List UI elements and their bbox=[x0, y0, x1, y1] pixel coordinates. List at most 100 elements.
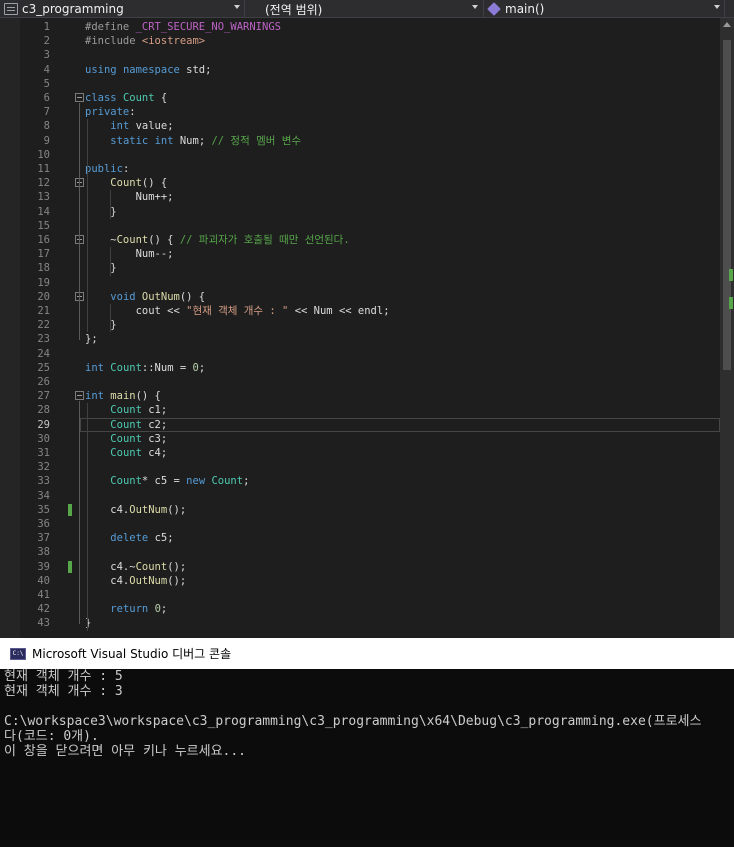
code-text: using namespace std; bbox=[85, 63, 212, 76]
code-text: static int Num; // 정적 멤버 변수 bbox=[110, 134, 302, 147]
code-line[interactable]: 25 int Count::Num = 0; bbox=[0, 361, 720, 375]
code-line[interactable]: 7 private: bbox=[0, 105, 720, 119]
code-line[interactable]: 14 } bbox=[0, 205, 720, 219]
line-number: 27 bbox=[37, 390, 50, 403]
member-label: main() bbox=[505, 2, 545, 16]
code-text: c4.OutNum(); bbox=[85, 574, 187, 587]
code-text: void OutNum() { bbox=[110, 290, 206, 303]
code-line[interactable]: 2 #include <iostream> bbox=[0, 34, 720, 48]
line-number: 34 bbox=[37, 489, 50, 502]
code-line[interactable]: 38 bbox=[0, 545, 720, 559]
line-number: 40 bbox=[37, 574, 50, 587]
code-line[interactable]: 3 bbox=[0, 48, 720, 62]
indent-guide bbox=[87, 119, 88, 333]
line-number: 13 bbox=[37, 191, 50, 204]
change-marker bbox=[729, 269, 733, 281]
fold-region-line bbox=[79, 301, 80, 327]
code-line[interactable]: 29 Count c2; bbox=[0, 417, 720, 432]
fold-region-line bbox=[79, 401, 80, 625]
code-line[interactable]: 1 #define _CRT_SECURE_NO_WARNINGS bbox=[0, 20, 720, 34]
line-number: 20 bbox=[37, 290, 50, 303]
code-line[interactable]: 41 bbox=[0, 588, 720, 602]
scroll-up-icon[interactable] bbox=[723, 22, 731, 27]
code-line[interactable]: 43} bbox=[0, 616, 720, 630]
code-line[interactable]: 24 bbox=[0, 347, 720, 361]
debug-console-titlebar[interactable]: C:\ Microsoft Visual Studio 디버그 콘솔 bbox=[0, 638, 734, 669]
code-line[interactable]: 17 Num--; bbox=[0, 247, 720, 261]
code-line[interactable]: 5 bbox=[0, 77, 720, 91]
code-line[interactable]: 35 c4.OutNum(); bbox=[0, 503, 720, 517]
code-line[interactable]: 15 bbox=[0, 219, 720, 233]
project-dropdown[interactable]: c3_programming bbox=[0, 0, 244, 18]
code-line[interactable]: 22 } bbox=[0, 318, 720, 332]
code-line[interactable]: 36 bbox=[0, 517, 720, 531]
line-number: 15 bbox=[37, 219, 50, 232]
line-number: 9 bbox=[43, 134, 50, 147]
line-number: 5 bbox=[43, 77, 50, 90]
collapse-toggle-icon[interactable] bbox=[75, 391, 84, 401]
code-line[interactable]: 32 bbox=[0, 460, 720, 474]
scope-dropdown[interactable]: (전역 범위) bbox=[245, 0, 482, 18]
code-line[interactable]: 11 public: bbox=[0, 162, 720, 176]
code-line[interactable]: 16 ~Count() { // 파괴자가 호출될 때만 선언된다. bbox=[0, 233, 720, 247]
line-number: 12 bbox=[37, 177, 50, 190]
code-line[interactable]: 39 c4.~Count(); bbox=[0, 560, 720, 574]
line-number: 32 bbox=[37, 461, 50, 474]
code-line[interactable]: 33 Count* c5 = new Count; bbox=[0, 474, 720, 488]
scrollbar-thumb[interactable] bbox=[723, 40, 731, 370]
code-line[interactable]: 27 int main() { bbox=[0, 389, 720, 403]
code-line[interactable]: 6 class Count { bbox=[0, 91, 720, 105]
debug-console-output[interactable]: 현재 객체 개수 : 5 현재 객체 개수 : 3 C:\workspace3\… bbox=[0, 669, 734, 847]
line-number: 35 bbox=[37, 503, 50, 516]
code-text: private: bbox=[85, 106, 136, 119]
code-line[interactable]: 21 cout << "현재 객체 개수 : " << Num << endl; bbox=[0, 304, 720, 318]
code-line[interactable]: 40 c4.OutNum(); bbox=[0, 574, 720, 588]
code-line[interactable]: 12 Count() { bbox=[0, 176, 720, 190]
line-number: 11 bbox=[37, 163, 50, 175]
indent-guide bbox=[110, 247, 111, 276]
code-line[interactable]: 30 Count c3; bbox=[0, 432, 720, 446]
code-line[interactable]: 10 bbox=[0, 148, 720, 162]
code-line[interactable]: 23}; bbox=[0, 332, 720, 346]
member-dropdown[interactable]: main() bbox=[484, 0, 724, 18]
chevron-down-icon bbox=[472, 5, 478, 9]
code-line[interactable]: 9 static int Num; // 정적 멤버 변수 bbox=[0, 134, 720, 148]
code-text: public: bbox=[85, 163, 130, 175]
console-app-icon: C:\ bbox=[10, 647, 26, 660]
line-number: 10 bbox=[37, 148, 50, 161]
code-line[interactable]: 34 bbox=[0, 489, 720, 503]
code-text: } bbox=[85, 262, 117, 275]
code-line[interactable]: 42 return 0; bbox=[0, 602, 720, 616]
chevron-down-icon bbox=[234, 5, 240, 9]
line-number: 3 bbox=[43, 49, 50, 62]
line-number: 24 bbox=[37, 347, 50, 360]
line-number: 36 bbox=[37, 518, 50, 530]
code-text: int main() { bbox=[85, 390, 161, 403]
collapse-toggle-icon[interactable] bbox=[75, 93, 84, 102]
vertical-scrollbar[interactable] bbox=[720, 18, 734, 638]
code-text: delete c5; bbox=[110, 532, 174, 545]
code-text: c4.OutNum(); bbox=[85, 503, 187, 516]
line-number: 31 bbox=[37, 447, 50, 459]
code-line[interactable]: 28 Count c1; bbox=[0, 403, 720, 417]
code-line[interactable]: 20 void OutNum() { bbox=[0, 290, 720, 304]
indent-guide bbox=[110, 190, 111, 219]
project-icon bbox=[4, 3, 18, 15]
code-line[interactable]: 31 Count c4; bbox=[0, 446, 720, 460]
code-text: } bbox=[85, 319, 117, 332]
code-text: Count c1; bbox=[110, 404, 168, 417]
code-line[interactable]: 37 delete c5; bbox=[0, 531, 720, 545]
code-line[interactable]: 18 } bbox=[0, 261, 720, 275]
code-line[interactable]: 19 bbox=[0, 276, 720, 290]
code-editor[interactable]: 1 #define _CRT_SECURE_NO_WARNINGS 2 #includ… bbox=[0, 18, 734, 638]
code-text: Num++; bbox=[85, 191, 174, 204]
code-text: Count c3; bbox=[110, 432, 168, 445]
saved-change-marker bbox=[68, 560, 72, 573]
code-line[interactable]: 26 bbox=[0, 375, 720, 389]
code-line[interactable]: 4 using namespace std; bbox=[0, 63, 720, 77]
code-line[interactable]: 8 int value; bbox=[0, 119, 720, 133]
code-text: class Count { bbox=[85, 92, 168, 104]
line-number: 38 bbox=[37, 546, 50, 559]
code-line[interactable]: 13 Num++; bbox=[0, 190, 720, 204]
